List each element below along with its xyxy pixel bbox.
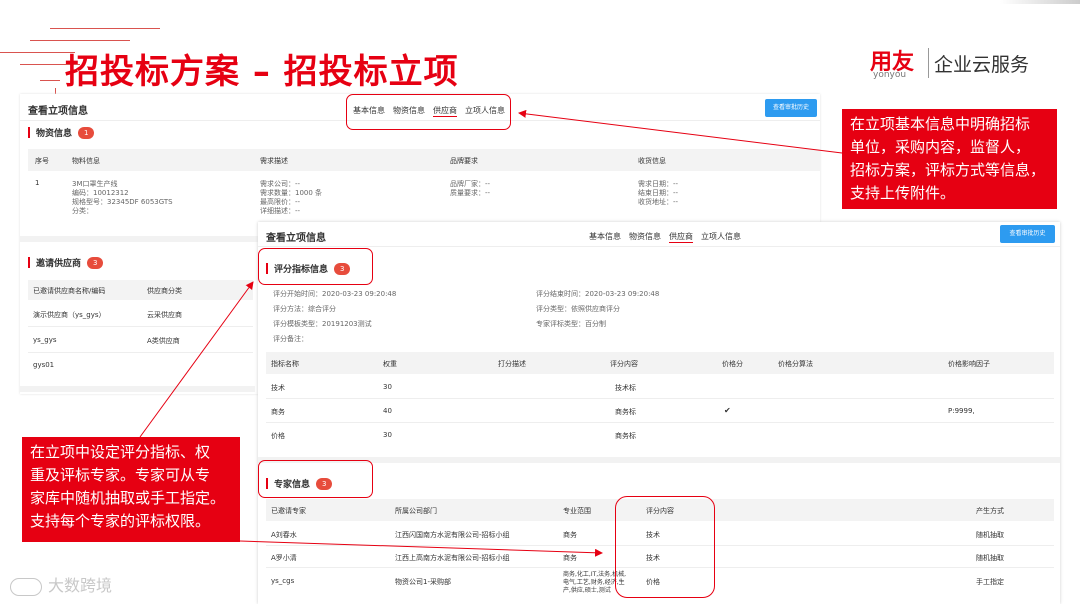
arrow-to-experts bbox=[239, 540, 603, 557]
callout-line: 重及评标专家。专家可从专 bbox=[30, 466, 211, 484]
watermark-logo-icon bbox=[10, 577, 42, 596]
callout-line: 单位，采购内容，监督人， bbox=[850, 138, 1031, 156]
arrow-to-score bbox=[139, 281, 254, 438]
watermark: 大数跨境 bbox=[10, 572, 112, 596]
callout-line: 招标方案，评标方式等信息， bbox=[850, 161, 1046, 179]
callout-line: 家库中随机抽取或手工指定。 bbox=[30, 489, 226, 507]
watermark-text: 大数跨境 bbox=[48, 576, 113, 595]
callout-line: 支持每个专家的评标权限。 bbox=[30, 512, 211, 530]
callout-line: 支持上传附件。 bbox=[850, 184, 956, 202]
callout-line: 在立项中设定评分指标、权 bbox=[30, 443, 211, 461]
callout-right: 在立项基本信息中明确招标 单位，采购内容，监督人， 招标方案，评标方式等信息， … bbox=[842, 109, 1057, 209]
arrow-to-tabs bbox=[518, 109, 843, 154]
callout-left: 在立项中设定评分指标、权 重及评标专家。专家可从专 家库中随机抽取或手工指定。 … bbox=[22, 437, 240, 542]
callout-line: 在立项基本信息中明确招标 bbox=[850, 115, 1031, 133]
